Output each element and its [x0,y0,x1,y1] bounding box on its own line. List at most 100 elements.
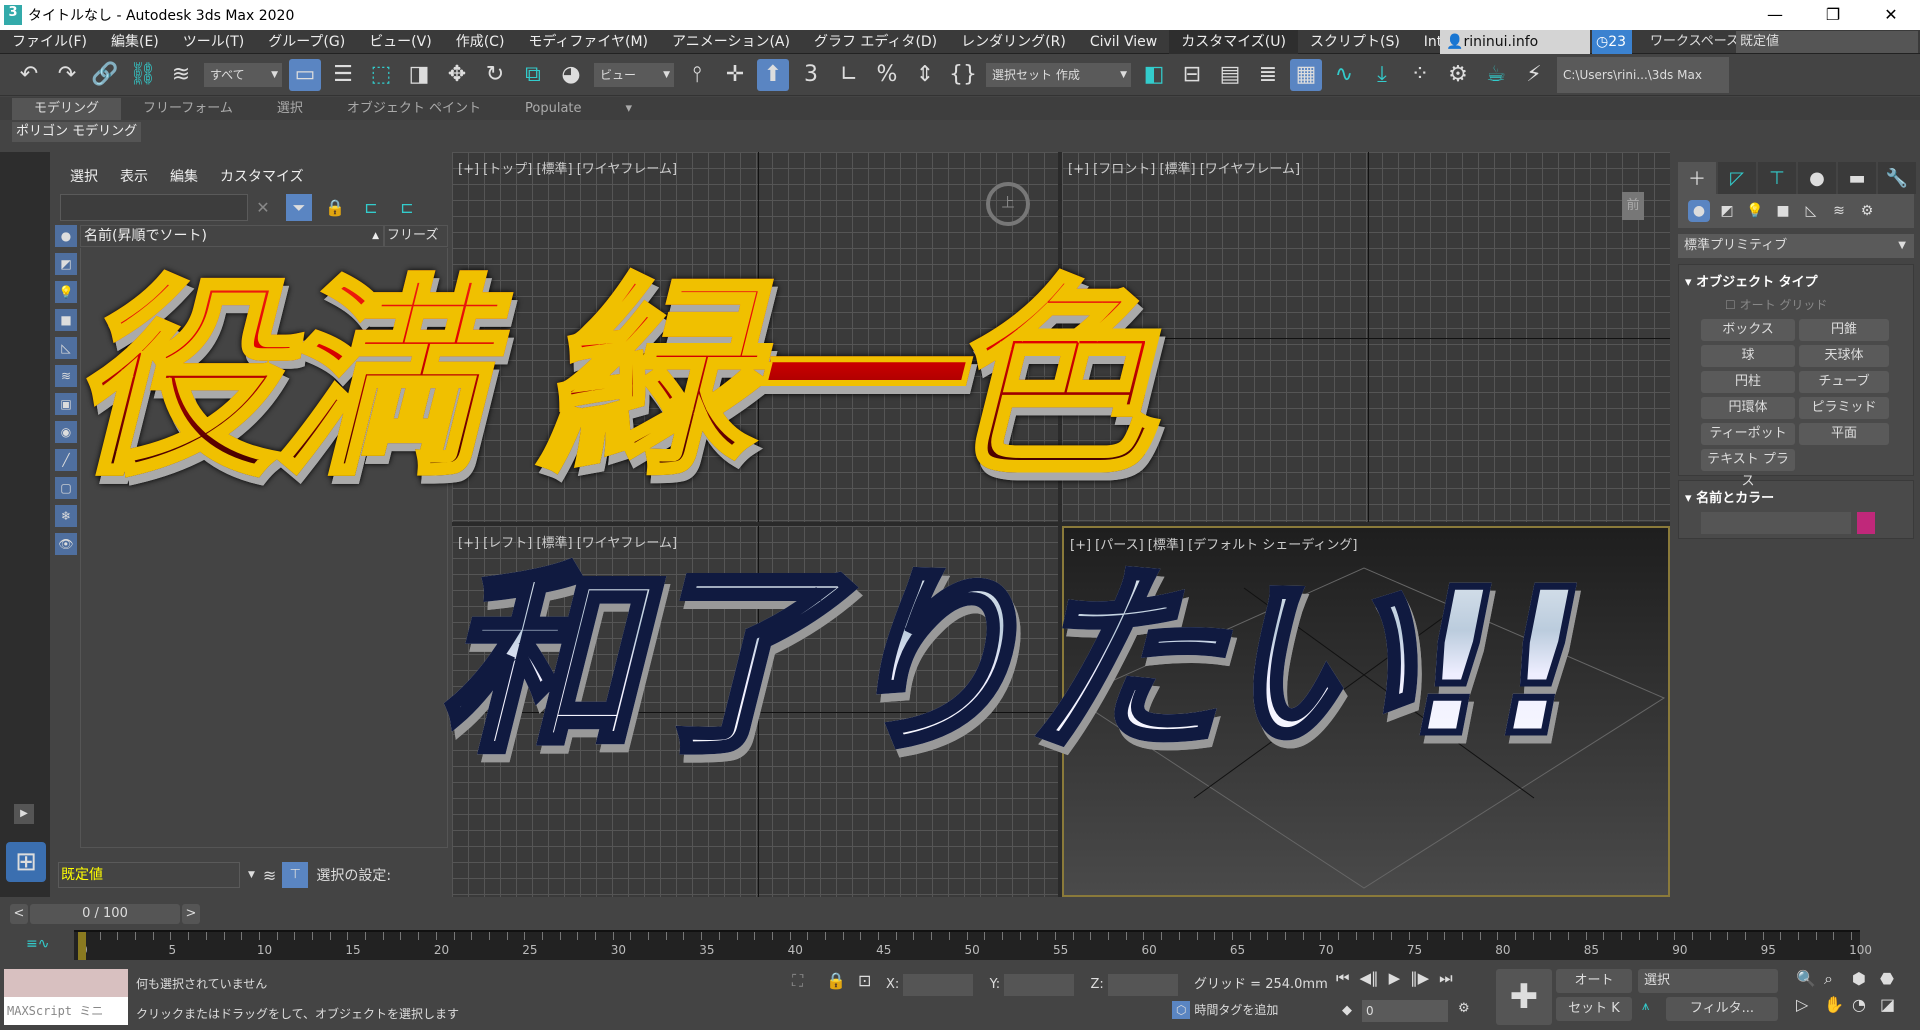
link-icon[interactable]: 🔗 [89,59,121,91]
curve-editor-mini-icon[interactable]: ≡∿ [26,936,49,952]
clear-search-icon[interactable]: ✕ [250,194,276,221]
hierarchy-children-icon[interactable]: ⊏ [394,194,420,221]
zoom-extents-icon[interactable]: ⬢ [1852,969,1880,989]
window-crossing-icon[interactable]: ◨ [403,59,435,91]
viewport-top[interactable]: [+] [トップ] [標準] [ワイヤフレーム] 上 [452,152,1058,522]
menu-rendering[interactable]: レンダリング(R) [949,30,1078,54]
time-prev-button[interactable]: < [10,904,28,924]
display-spacewarps-icon[interactable]: ≋ [55,365,77,387]
autogrid-checkbox[interactable]: ☐ オート グリッド [1725,296,1907,313]
track-bar[interactable]: 0510152025303540455055606570758085909510… [74,930,1872,960]
modify-tab-icon[interactable]: ◸ [1718,162,1756,194]
explorer-menu-edit[interactable]: 編集 [170,166,198,186]
object-color-swatch[interactable] [1857,512,1875,534]
display-groups-icon[interactable]: ▣ [55,393,77,415]
create-tab-icon[interactable]: ＋ [1678,162,1716,194]
menu-create[interactable]: 作成(C) [444,30,517,54]
menu-animation[interactable]: アニメーション(A) [660,30,802,54]
tab-selection[interactable]: 選択 [255,98,325,120]
lights-icon[interactable]: 💡 [1744,200,1766,222]
move-icon[interactable]: ✥ [441,59,473,91]
pan-icon[interactable]: ✋ [1824,995,1852,1014]
selection-lock-icon[interactable]: 🔒 [826,971,846,990]
geometry-icon[interactable]: ● [1688,200,1710,222]
name-color-title[interactable]: ▾ 名前とカラー [1685,487,1907,506]
box-button[interactable]: ボックス [1701,319,1795,341]
render-production-icon[interactable]: ⚡ [1518,59,1550,91]
rotate-icon[interactable]: ↻ [479,59,511,91]
redo-icon[interactable]: ↷ [51,59,83,91]
viewport-left-label[interactable]: [+] [レフト] [標準] [ワイヤフレーム] [458,532,677,551]
current-frame-input[interactable]: 0 [1362,1000,1448,1022]
key-mode-icon[interactable]: ◆ [1342,1003,1352,1018]
display-bones-icon[interactable]: ╱ [55,449,77,471]
current-frame-marker[interactable] [78,932,86,960]
orbit-icon[interactable]: ◔ [1852,995,1880,1014]
minimize-button[interactable]: — [1746,0,1804,30]
pivot-center-icon[interactable]: ⫯ [681,59,713,91]
torus-button[interactable]: 円環体 [1701,397,1795,419]
reference-coordinate-dropdown[interactable]: ビュー [594,62,674,87]
sort-by-hierarchy-icon[interactable]: ⊤ [282,862,309,888]
object-name-input[interactable] [1701,512,1851,534]
sort-by-layer-icon[interactable]: ≋ [263,866,276,885]
display-containers-icon[interactable]: ▢ [55,477,77,499]
scale-icon[interactable]: ⧉ [517,59,549,91]
time-config-icon[interactable]: ⚙ [1458,1001,1470,1016]
expand-arrow-icon[interactable]: ▶ [14,804,34,824]
menu-scripting[interactable]: スクリプト(S) [1298,30,1412,54]
maxscript-listener-pink[interactable] [4,969,128,997]
menu-customize[interactable]: カスタマイズ(U) [1169,29,1298,54]
menu-view[interactable]: ビュー(V) [357,30,444,54]
time-slider-thumb[interactable]: 0 / 100 [30,904,180,924]
rendered-frame-window-icon[interactable]: ☕ [1480,59,1512,91]
menu-graph-editors[interactable]: グラフ エディタ(D) [802,30,949,54]
explorer-menu-select[interactable]: 選択 [70,166,98,186]
column-freeze-header[interactable]: フリーズ [384,225,448,247]
viewcube-top[interactable]: 上 [986,182,1030,226]
display-lights-icon[interactable]: 💡 [55,281,77,303]
zoom-all-icon[interactable]: ⌕ [1824,969,1852,989]
angle-snap-icon[interactable]: ∟ [833,59,865,91]
display-shapes-icon[interactable]: ◩ [55,253,77,275]
percent-snap-icon[interactable]: % [871,59,903,91]
spinner-snap-icon[interactable]: ⇕ [909,59,941,91]
explorer-menu-customize[interactable]: カスタマイズ [220,166,304,186]
tab-object-paint[interactable]: オブジェクト ペイント [325,98,503,120]
select-object-icon[interactable]: ▭ [289,58,321,91]
layer-dropdown-arrow-icon[interactable]: ▼ [248,870,255,880]
spacewarps-icon[interactable]: ≋ [1828,200,1850,222]
material-editor-icon[interactable]: ⁘ [1404,59,1436,91]
display-hidden-icon[interactable]: 👁 [55,533,77,555]
time-next-button[interactable]: > [182,904,200,924]
scene-explorer-toggle-icon[interactable]: ▤ [1214,59,1246,91]
teapot-button[interactable]: ティーポット [1701,423,1795,445]
explorer-search-input[interactable] [60,194,248,221]
viewport-left[interactable]: [+] [レフト] [標準] [ワイヤフレーム] [452,526,1058,897]
tab-freeform[interactable]: フリーフォーム [121,98,255,120]
time-slider[interactable]: < 0 / 100 > [10,904,200,924]
auto-key-button[interactable]: オート [1556,969,1632,993]
isolate-selection-icon[interactable]: ⛶ [792,971,803,991]
add-time-tag[interactable]: 時間タグを追加 [1194,1003,1278,1017]
zoom-icon[interactable]: 🔍 [1796,969,1824,989]
zoom-extents-all-icon[interactable]: ⬣ [1880,969,1908,989]
align-icon[interactable]: ⊟ [1176,59,1208,91]
curve-editor-icon[interactable]: ∿ [1328,59,1360,91]
shapes-icon[interactable]: ◩ [1716,200,1738,222]
default-tangent-icon[interactable]: ⩚ [1642,999,1649,1014]
lock-icon[interactable]: 🔒 [322,194,348,221]
polygon-modeling-panel[interactable]: ポリゴン モデリング [12,122,142,142]
explorer-list[interactable] [80,248,448,848]
hierarchy-icon[interactable]: ⊏ [358,194,384,221]
tab-populate[interactable]: Populate [503,98,604,120]
menu-modifiers[interactable]: モディファイヤ(M) [516,30,660,54]
layer-explorer-icon[interactable]: ≣ [1252,59,1284,91]
filter-icon[interactable]: ⏷ [286,194,312,221]
goto-start-icon[interactable]: ⏮ [1336,969,1350,987]
column-name-header[interactable]: 名前(昇順でソート) ▲ [80,225,384,247]
key-filters-button[interactable]: フィルタ... [1666,997,1778,1021]
restore-button[interactable]: ❐ [1804,0,1862,30]
workspace-dropdown[interactable]: 既定値 [1736,31,1918,53]
display-xrefs-icon[interactable]: ◉ [55,421,77,443]
